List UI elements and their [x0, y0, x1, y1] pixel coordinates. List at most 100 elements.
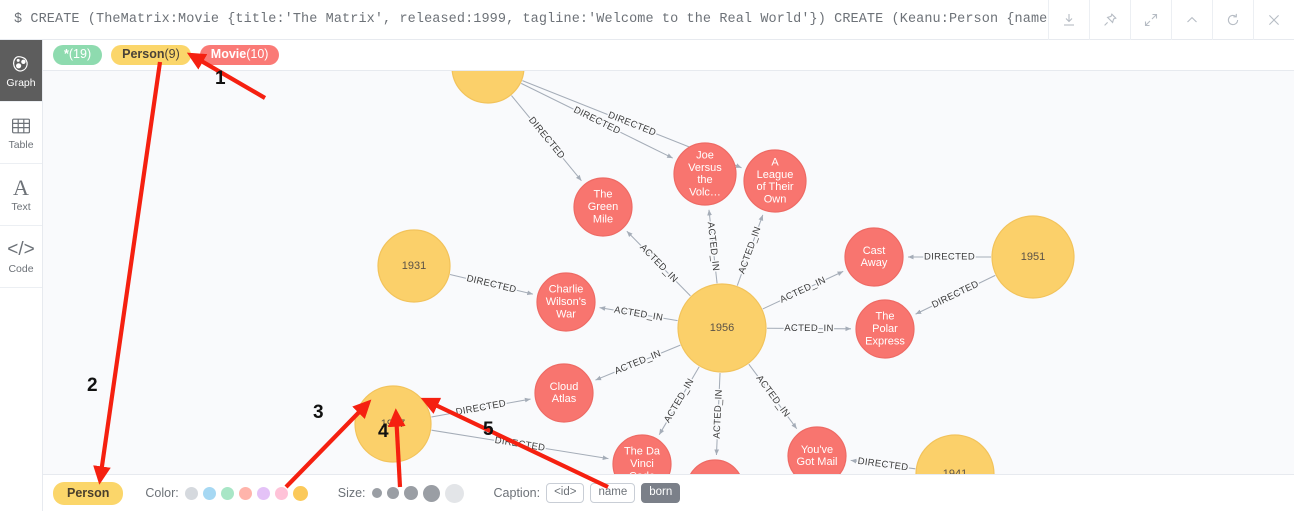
caption-picker-group: Caption: <id> name born	[494, 483, 681, 503]
query-text[interactable]: $ CREATE (TheMatrix:Movie {title:'The Ma…	[0, 12, 1048, 27]
graph-node[interactable]: The DaVinciCode	[612, 434, 672, 474]
graph-node-circle[interactable]	[573, 177, 633, 237]
size-dot-1[interactable]	[386, 487, 399, 499]
graph-node[interactable]: 1941	[915, 434, 995, 474]
size-dot-0[interactable]	[371, 488, 382, 498]
graph-edge-label: ACTED_IN	[754, 373, 792, 419]
graph-node-circle[interactable]	[844, 227, 904, 287]
text-icon: A	[13, 174, 29, 200]
sidebar-item-graph[interactable]: Graph	[0, 40, 42, 102]
graph-edge-label: ACTED_IN	[613, 348, 663, 377]
graph-node[interactable]: Cloud Atlas	[534, 363, 594, 423]
graph-edge-label: ACTED_IN	[705, 221, 721, 271]
query-bar: $ CREATE (TheMatrix:Movie {title:'The Ma…	[0, 0, 1294, 40]
size-label: Size:	[337, 486, 366, 500]
graph-edge-label: ACTED_IN	[736, 225, 763, 275]
size-picker-group: Size:	[337, 483, 464, 503]
download-icon[interactable]	[1048, 0, 1089, 40]
close-icon[interactable]	[1253, 0, 1294, 40]
graph-edge-label: DIRECTED	[526, 115, 567, 161]
graph-node[interactable]: A League of Their Own	[743, 149, 807, 213]
graph-node[interactable]: 1931	[377, 229, 451, 303]
graph-edge-label: ACTED_IN	[712, 389, 725, 439]
graph-node[interactable]: 1967	[354, 385, 432, 463]
graph-edge-label: DIRECTED	[930, 279, 981, 311]
legend-pill-person-count: (9)	[164, 47, 180, 61]
sidebar-item-text[interactable]: A Text	[0, 164, 42, 226]
graph-node-circle[interactable]	[673, 142, 737, 206]
graph-node[interactable]: Joe Versus the Volc…	[673, 142, 737, 206]
color-label: Color:	[145, 486, 179, 500]
graph-canvas: *(19) Person(9) Movie(10) DIRECTED DIRECT…	[43, 40, 1294, 511]
refresh-icon[interactable]	[1212, 0, 1253, 40]
color-swatch-2[interactable]	[220, 486, 234, 500]
size-dot-4[interactable]	[444, 483, 464, 503]
sidebar-item-code[interactable]: </> Code	[0, 226, 42, 288]
graph-icon	[11, 53, 31, 75]
graph-node-circle[interactable]	[855, 299, 915, 359]
graph-node[interactable]: Apollo 13	[687, 459, 743, 474]
graph-node-circle[interactable]	[677, 283, 767, 373]
graph-svg[interactable]: DIRECTED DIRECTED DIRECTED DIRECTED ACTED_IN…	[43, 71, 1294, 474]
caption-button-born[interactable]: born	[641, 483, 681, 503]
legend-pill-movie-count: (10)	[246, 47, 269, 61]
graph-edge-label: DIRECTED	[857, 456, 909, 473]
graph-plot[interactable]: DIRECTED DIRECTED DIRECTED DIRECTED ACTED_IN…	[43, 71, 1294, 474]
color-swatch-4[interactable]	[256, 486, 270, 500]
table-icon	[11, 115, 31, 137]
sidebar-item-table[interactable]: Table	[0, 102, 42, 164]
collapse-icon[interactable]	[1171, 0, 1212, 40]
edges-layer: DIRECTED DIRECTED DIRECTED DIRECTED ACTED_IN…	[431, 80, 996, 474]
legend-pill-movie-name: Movie	[210, 47, 247, 61]
caption-button-id[interactable]: <id>	[546, 483, 585, 503]
color-swatch-6[interactable]	[292, 485, 308, 501]
caption-button-name[interactable]: name	[590, 483, 636, 503]
graph-node[interactable]: The Polar Express	[855, 299, 915, 359]
legend-pill-all-count: (19)	[68, 47, 92, 61]
inspector-selected-label[interactable]: Person	[53, 481, 124, 505]
color-swatch-0[interactable]	[184, 486, 198, 500]
graph-edge-label: DIRECTED	[455, 398, 507, 418]
code-icon: </>	[7, 239, 35, 260]
caption-label: Caption:	[493, 486, 541, 500]
graph-node-circle[interactable]	[687, 459, 743, 474]
graph-node-circle[interactable]	[787, 426, 847, 474]
node-inspector-toolbar: Person Color: Size: Caption: <id> name bor…	[43, 474, 1294, 511]
size-dots[interactable]	[371, 483, 464, 503]
graph-node-circle[interactable]	[612, 434, 672, 474]
size-dot-3[interactable]	[422, 484, 440, 502]
graph-edge-label: ACTED_IN	[662, 377, 697, 425]
pin-icon[interactable]	[1089, 0, 1130, 40]
graph-node[interactable]: Charlie Wilson's War	[536, 272, 596, 332]
color-swatch-5[interactable]	[274, 486, 288, 500]
legend-pill-person-name: Person	[122, 47, 165, 61]
graph-edge-label: DIRECTED	[465, 273, 517, 295]
graph-node-circle[interactable]	[991, 215, 1075, 299]
graph-node-circle[interactable]	[743, 149, 807, 213]
legend-pill-all[interactable]: *(19)	[53, 45, 103, 65]
caption-buttons[interactable]: <id> name born	[546, 483, 681, 503]
graph-node[interactable]: 1956	[677, 283, 767, 373]
graph-node-circle[interactable]	[915, 434, 995, 474]
legend-row: *(19) Person(9) Movie(10)	[43, 40, 1294, 71]
neo4j-browser-result-frame: $ CREATE (TheMatrix:Movie {title:'The Ma…	[0, 0, 1294, 511]
graph-node-circle[interactable]	[354, 385, 432, 463]
query-bar-actions	[1048, 0, 1294, 40]
color-swatch-1[interactable]	[202, 486, 216, 500]
sidebar-item-table-label: Table	[8, 138, 34, 151]
legend-pill-person[interactable]: Person(9)	[111, 45, 191, 65]
graph-node[interactable]: You've Got Mail	[787, 426, 847, 474]
expand-icon[interactable]	[1130, 0, 1171, 40]
graph-node-circle[interactable]	[377, 229, 451, 303]
graph-node-circle[interactable]	[534, 363, 594, 423]
color-swatch-3[interactable]	[238, 486, 252, 500]
legend-pill-movie[interactable]: Movie(10)	[199, 45, 280, 65]
sidebar-item-code-label: Code	[8, 262, 34, 275]
graph-edge-label: ACTED_IN	[784, 323, 833, 334]
size-dot-2[interactable]	[403, 486, 418, 500]
graph-node[interactable]: Cast Away	[844, 227, 904, 287]
graph-node[interactable]: The Green Mile	[573, 177, 633, 237]
graph-node[interactable]: 1951	[991, 215, 1075, 299]
color-swatches[interactable]	[184, 485, 308, 501]
graph-node-circle[interactable]	[536, 272, 596, 332]
